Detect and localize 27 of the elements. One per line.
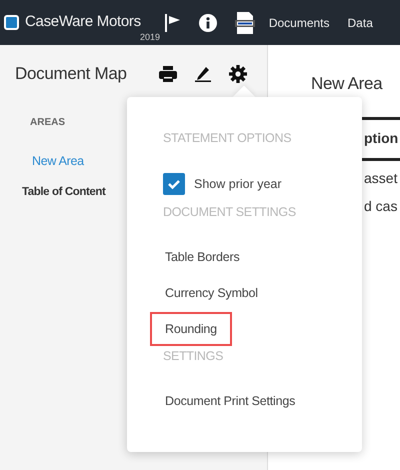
menu-section-heading: SETTINGS [163,348,224,365]
info-icon[interactable] [198,14,217,32]
document-icon[interactable] [234,12,255,34]
year-label: 2019 [140,31,160,44]
menu-section-heading: STATEMENT OPTIONS [163,130,292,147]
flag-icon[interactable] [164,14,181,32]
checkbox[interactable] [163,173,185,195]
body-text: asset [364,170,398,186]
panel-title: Document Map [15,63,127,85]
settings-icon[interactable] [228,64,247,83]
menu-item[interactable]: Document Print Settings [150,384,310,418]
section-heading: AREAS [30,116,66,130]
logo-icon [4,15,19,30]
body-text: d cas [364,198,398,214]
column-header: ption [364,129,398,148]
app-title[interactable]: CaseWare Motors [25,11,141,34]
menu-item[interactable]: Table Borders [150,240,255,274]
print-icon[interactable] [158,66,177,82]
menu-item[interactable]: Currency Symbol [150,276,273,310]
menu-item[interactable]: Rounding [150,312,232,346]
menu-section-heading: DOCUMENT SETTINGS [163,204,297,221]
area-link[interactable]: Table of Content [22,184,106,202]
nav-link[interactable]: Data [348,14,373,32]
pen-icon[interactable] [194,66,211,82]
page-title: New Area [310,73,384,95]
nav-link[interactable]: Documents [268,14,330,32]
checkbox-label: Show prior year [194,176,282,193]
